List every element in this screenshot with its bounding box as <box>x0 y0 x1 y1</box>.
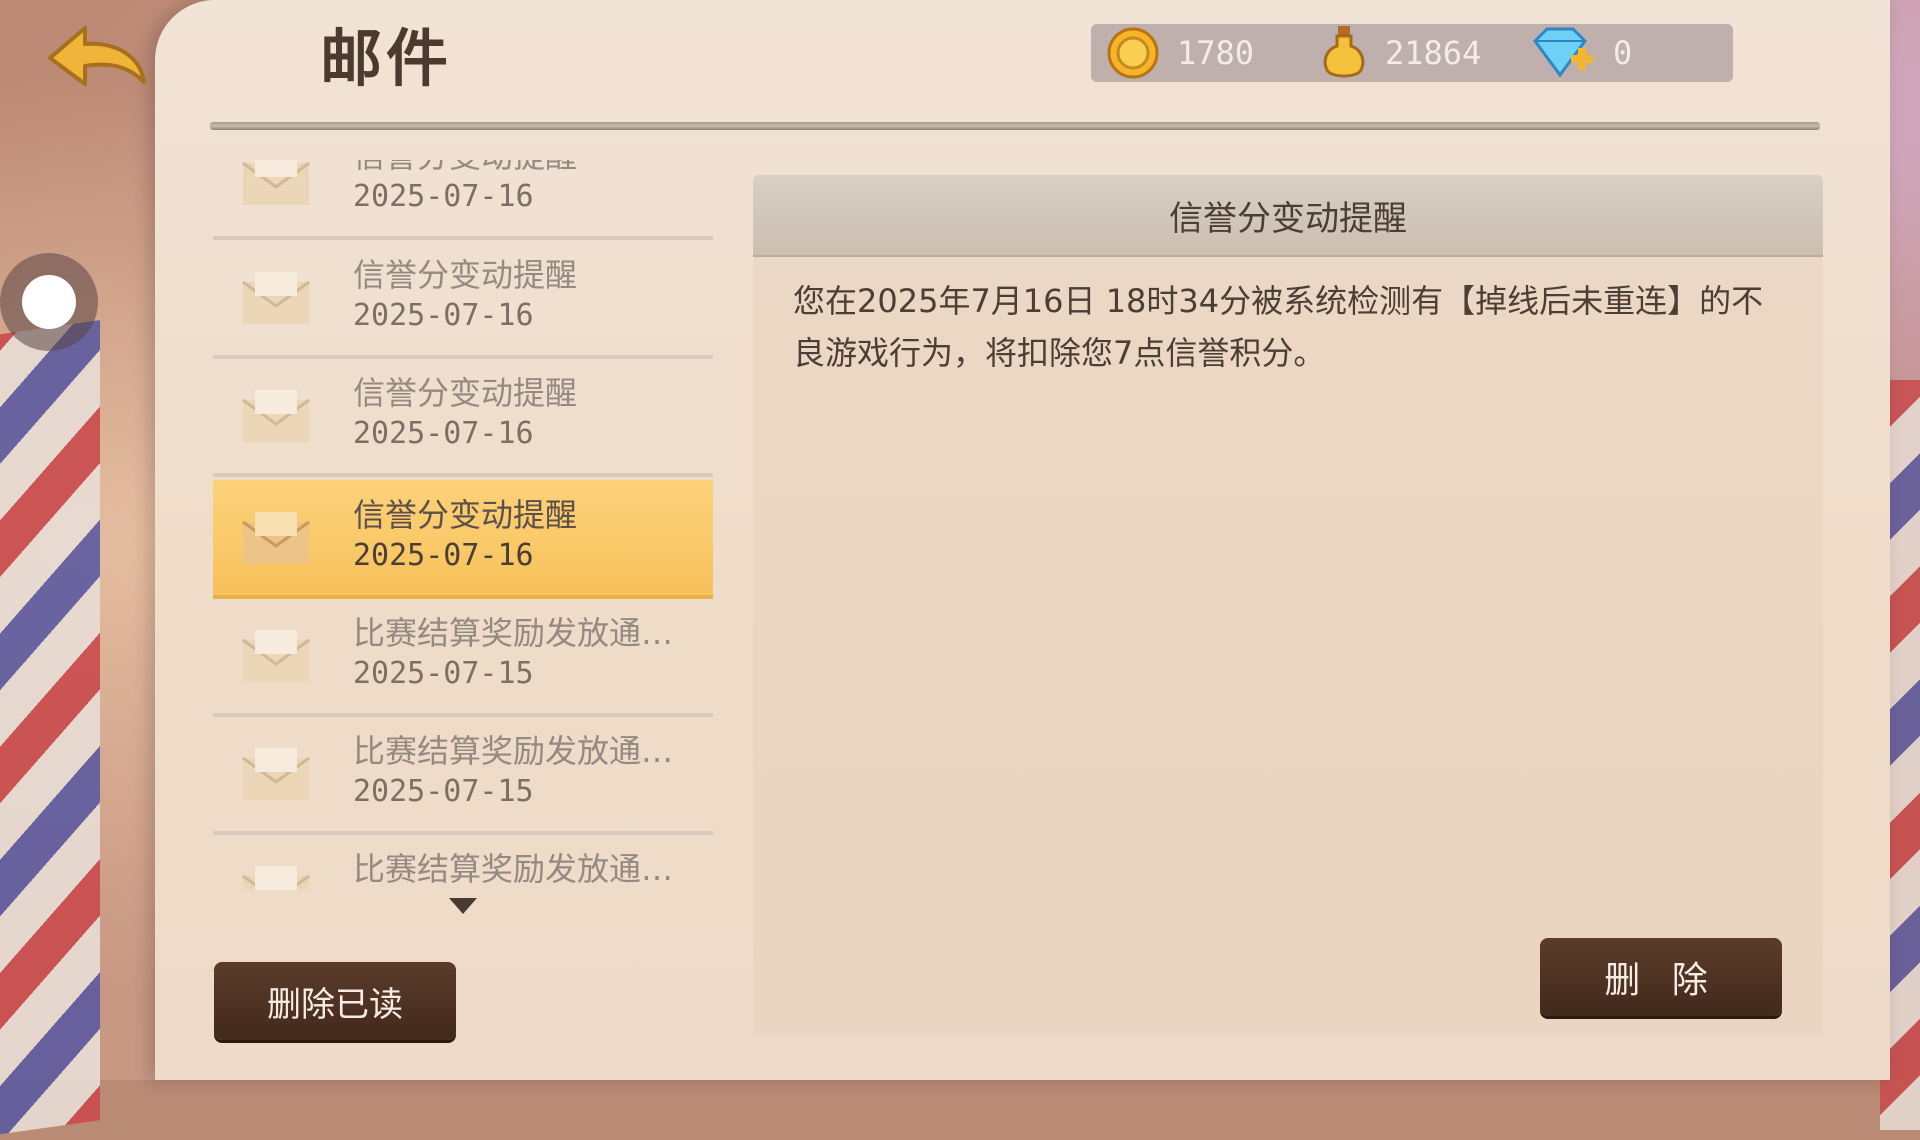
currency-potion: 21864 <box>1321 24 1481 82</box>
mail-date: 2025-07-16 <box>353 179 534 214</box>
mail-date: 2025-07-15 <box>353 656 534 691</box>
mail-item-selected[interactable]: 信誉分变动提醒 2025-07-16 <box>213 480 713 599</box>
envelope-icon <box>242 630 310 682</box>
decorative-stripes-left <box>0 320 100 1140</box>
delete-button[interactable]: 删 除 <box>1540 938 1782 1016</box>
mail-subject: 信誉分变动提醒 <box>353 374 578 412</box>
envelope-icon <box>242 390 310 442</box>
mail-item[interactable]: 信誉分变动提醒 2025-07-16 <box>213 240 713 359</box>
mail-date: 2025-07-16 <box>353 538 534 573</box>
back-arrow-icon <box>48 26 146 86</box>
gold-coin-icon <box>1107 27 1159 79</box>
mail-detail-title: 信誉分变动提醒 <box>753 175 1823 257</box>
delete-read-button[interactable]: 删除已读 <box>214 962 456 1040</box>
back-button[interactable] <box>40 20 150 95</box>
mail-item[interactable]: 比赛结算奖励发放通… 2025-07-15 <box>213 598 713 717</box>
mail-subject: 比赛结算奖励发放通… <box>353 732 674 770</box>
mail-list[interactable]: 信誉分变动提醒 2025-07-16 信誉分变动提醒 2025-07-16 信誉… <box>213 160 713 890</box>
mail-detail-body: 您在2025年7月16日 18时34分被系统检测有【掉线后未重连】的不良游戏行为… <box>793 282 1764 372</box>
mail-subject: 信誉分变动提醒 <box>353 496 578 534</box>
mail-item[interactable]: 信誉分变动提醒 2025-07-16 <box>213 160 713 240</box>
currency-diamond[interactable]: 0 <box>1529 24 1632 82</box>
assistive-dot-icon <box>22 275 76 329</box>
envelope-icon <box>242 512 310 564</box>
mail-item[interactable]: 比赛结算奖励发放通… <box>213 834 713 890</box>
page-title: 邮件 <box>320 22 453 95</box>
header-divider <box>210 122 1820 130</box>
diamond-plus-icon <box>1533 27 1593 78</box>
mail-subject: 信誉分变动提醒 <box>353 256 578 294</box>
gold-value: 1780 <box>1177 34 1255 72</box>
mail-detail-panel: 信誉分变动提醒 您在2025年7月16日 18时34分被系统检测有【掉线后未重连… <box>753 175 1823 1035</box>
scroll-down-arrow-icon[interactable] <box>449 898 477 914</box>
currency-bar: 1780 21864 0 <box>1091 24 1733 82</box>
mail-subject: 信誉分变动提醒 <box>353 160 577 177</box>
potion-value: 21864 <box>1385 34 1482 72</box>
envelope-icon <box>242 160 310 205</box>
floating-assistive-ball[interactable] <box>0 253 98 351</box>
mail-date: 2025-07-16 <box>353 298 534 333</box>
envelope-icon <box>242 866 310 890</box>
mail-subject: 比赛结算奖励发放通… <box>353 850 674 888</box>
mail-item[interactable]: 比赛结算奖励发放通… 2025-07-15 <box>213 716 713 835</box>
envelope-icon <box>242 272 310 324</box>
diamond-value: 0 <box>1613 34 1633 72</box>
envelope-icon <box>242 748 310 800</box>
mail-date: 2025-07-15 <box>353 774 534 809</box>
mail-subject: 比赛结算奖励发放通… <box>353 614 674 652</box>
mail-item[interactable]: 信誉分变动提醒 2025-07-16 <box>213 358 713 477</box>
potion-flask-icon <box>1323 26 1365 78</box>
mail-date: 2025-07-16 <box>353 416 534 451</box>
currency-gold: 1780 <box>1107 24 1254 82</box>
